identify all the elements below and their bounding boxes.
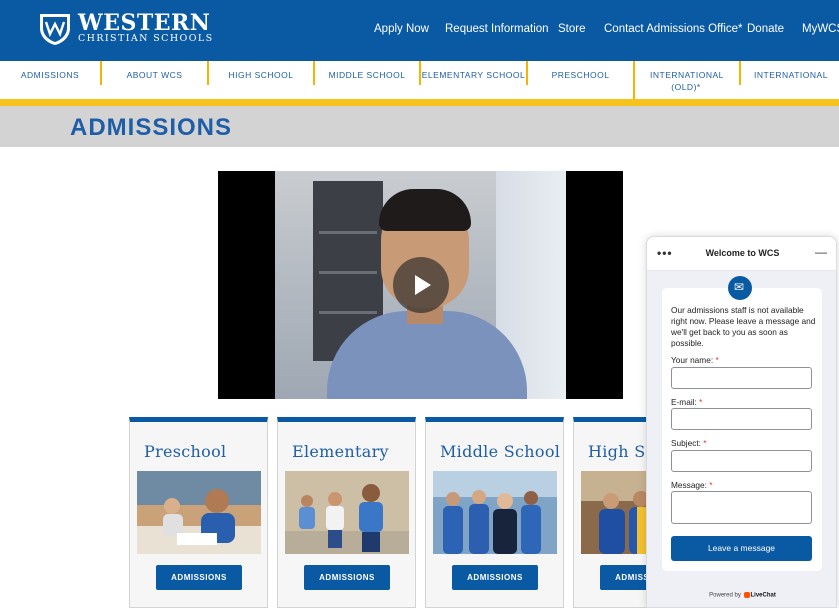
nav-contact-admissions[interactable]: Contact Admissions Office*	[604, 22, 743, 36]
section-nav: ADMISSIONS ABOUT WCS HIGH SCHOOL MIDDLE …	[0, 61, 839, 99]
message-textarea[interactable]	[671, 491, 812, 524]
livechat-logo-icon	[743, 592, 750, 598]
message-label: Message: *	[671, 480, 713, 490]
email-input[interactable]	[671, 408, 812, 430]
nav-apply-now[interactable]: Apply Now	[374, 22, 429, 36]
subnav-divider	[633, 61, 635, 99]
nav-request-information[interactable]: Request Information	[445, 22, 549, 36]
nav-store[interactable]: Store	[558, 22, 586, 36]
offline-message: Our admissions staff is not available ri…	[671, 305, 816, 348]
subject-input[interactable]	[671, 450, 812, 472]
card-elementary: Elementary ADMISSIONS	[277, 417, 416, 608]
card-title: Preschool	[144, 442, 227, 461]
subnav-international[interactable]: INTERNATIONAL	[741, 61, 839, 99]
nav-mywcs[interactable]: MyWCS	[802, 22, 839, 36]
subnav-admissions[interactable]: ADMISSIONS	[0, 61, 100, 99]
card-preschool: Preschool ADMISSIONS	[129, 417, 268, 608]
accent-bar	[0, 99, 839, 106]
mail-icon	[728, 276, 752, 300]
page-title: ADMISSIONS	[70, 114, 233, 141]
subject-label: Subject: *	[671, 438, 707, 448]
card-photo	[137, 471, 261, 554]
subnav-about-wcs[interactable]: ABOUT WCS	[102, 61, 207, 99]
subnav-international-old[interactable]: INTERNATIONAL (OLD)*	[650, 61, 723, 99]
elementary-admissions-button[interactable]: ADMISSIONS	[304, 565, 390, 590]
subnav-high-school[interactable]: HIGH SCHOOL	[209, 61, 313, 99]
card-photo	[285, 471, 409, 554]
subnav-preschool[interactable]: PRESCHOOL	[528, 61, 633, 99]
leave-message-button[interactable]: Leave a message	[671, 536, 812, 561]
minimize-icon[interactable]: —	[815, 245, 827, 259]
card-middle-school: Middle School ADMISSIONS	[425, 417, 564, 608]
middle-school-admissions-button[interactable]: ADMISSIONS	[452, 565, 538, 590]
preschool-admissions-button[interactable]: ADMISSIONS	[156, 565, 242, 590]
site-header: WESTERN CHRISTIAN SCHOOLS Apply Now Requ…	[0, 0, 839, 61]
top-nav: Apply Now Request Information Store Cont…	[0, 22, 839, 36]
card-title: Middle School	[440, 442, 561, 461]
email-label: E-mail: *	[671, 397, 703, 407]
chat-title: Welcome to WCS	[705, 248, 780, 258]
nav-donate[interactable]: Donate	[747, 22, 784, 36]
card-photo	[433, 471, 557, 554]
page-title-band: ADMISSIONS	[0, 106, 839, 147]
card-title: Elementary	[292, 442, 389, 461]
chat-header: ••• Welcome to WCS —	[647, 237, 836, 271]
livechat-widget: ••• Welcome to WCS — Our admissions staf…	[646, 236, 837, 608]
powered-by[interactable]: Powered by LiveChat	[647, 592, 836, 599]
play-icon[interactable]	[393, 257, 449, 313]
subnav-elementary-school[interactable]: ELEMENTARY SCHOOL	[421, 61, 526, 99]
admissions-video[interactable]	[218, 171, 623, 399]
name-input[interactable]	[671, 367, 812, 389]
subnav-middle-school[interactable]: MIDDLE SCHOOL	[315, 61, 419, 99]
name-label: Your name: *	[671, 355, 719, 365]
